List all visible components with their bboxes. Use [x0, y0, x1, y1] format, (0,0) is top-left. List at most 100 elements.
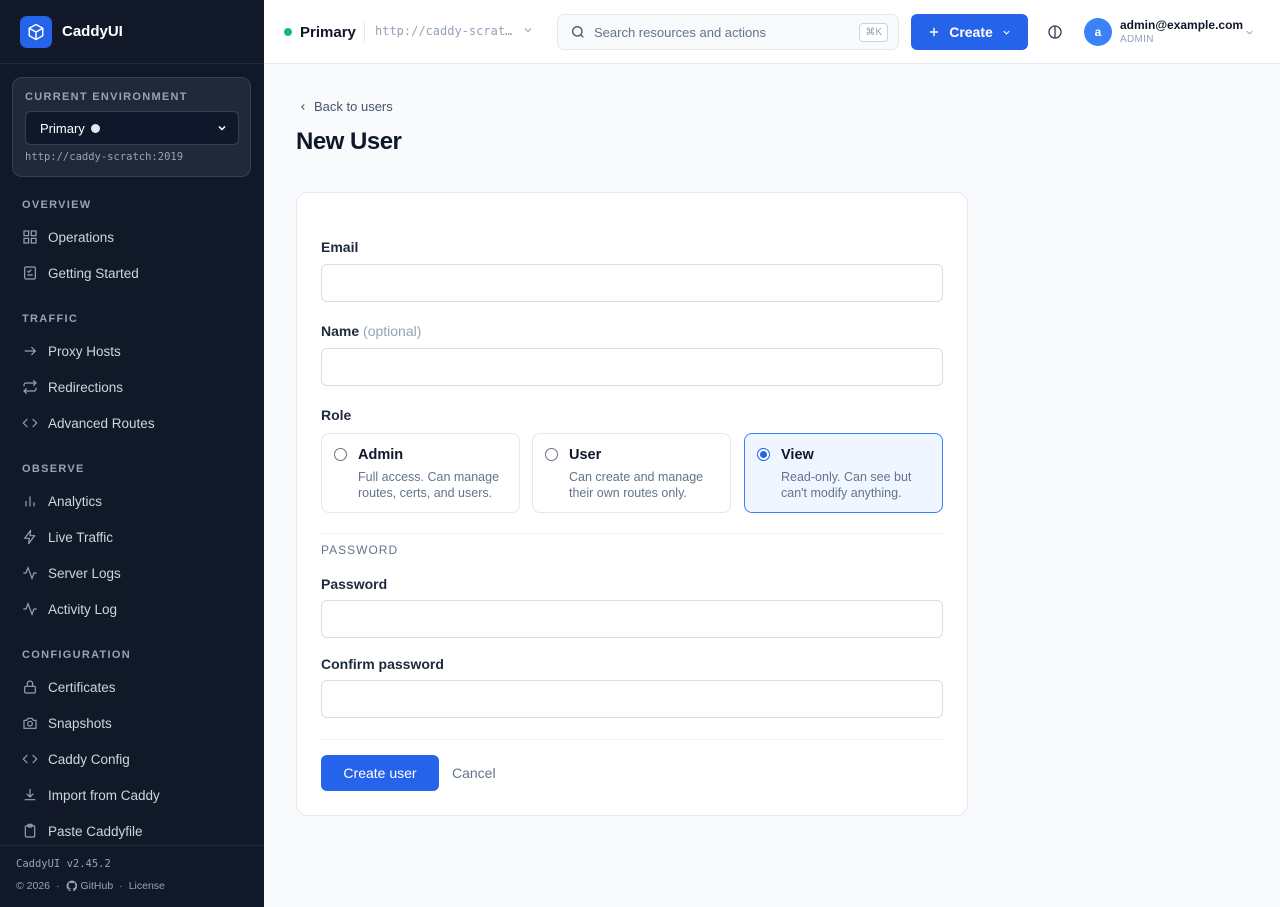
- cube-icon: [20, 15, 52, 48]
- sidebar-item-snapshots[interactable]: Snapshots: [22, 713, 112, 733]
- role-radio[interactable]: [757, 448, 770, 461]
- sidebar-item-certificates[interactable]: Certificates: [22, 677, 116, 697]
- brand[interactable]: CaddyUI: [0, 0, 264, 64]
- email-label: Email: [321, 239, 359, 255]
- brand-name: CaddyUI: [62, 23, 123, 40]
- footer-links: © 2026 · GitHub · License: [16, 880, 165, 892]
- github-link[interactable]: GitHub: [66, 880, 113, 892]
- theme-toggle-icon[interactable]: [1047, 24, 1063, 40]
- sidebar-item-caddy-config[interactable]: Caddy Config: [22, 749, 130, 769]
- environment-status-dot: [284, 28, 292, 36]
- environment-panel: CURRENT ENVIRONMENT Primary http://caddy…: [12, 77, 251, 177]
- back-label: Back to users: [314, 99, 393, 114]
- sidebar-item-label: Certificates: [48, 679, 116, 695]
- sidebar: CaddyUI CURRENT ENVIRONMENT Primary http…: [0, 0, 264, 907]
- name-label: Name (optional): [321, 323, 422, 339]
- chevron-down-icon: [218, 125, 226, 131]
- environment-name: Primary: [300, 23, 356, 41]
- create-button[interactable]: Create: [911, 14, 1028, 50]
- app-version: CaddyUI v2.45.2: [16, 858, 111, 870]
- role-label: Role: [321, 407, 352, 423]
- confirm-password-field[interactable]: [321, 680, 943, 718]
- nav-section-configuration: CONFIGURATION: [22, 649, 131, 661]
- copyright: © 2026: [16, 880, 51, 892]
- sidebar-item-proxy-hosts[interactable]: Proxy Hosts: [22, 341, 121, 361]
- password-field[interactable]: [321, 600, 943, 638]
- role-title: View: [781, 447, 814, 463]
- sidebar-item-import-caddy[interactable]: Import from Caddy: [22, 785, 160, 805]
- code-icon: [22, 418, 38, 428]
- sidebar-item-paste-caddyfile[interactable]: Paste Caddyfile: [22, 821, 143, 841]
- zap-icon: [24, 529, 36, 545]
- chevron-left-icon: [301, 103, 305, 110]
- camera-icon: [23, 717, 37, 729]
- role-option-view[interactable]: View Read-only. Can see but can't modify…: [744, 433, 943, 513]
- arrow-right-icon: [24, 346, 37, 356]
- sidebar-item-label: Proxy Hosts: [48, 343, 121, 359]
- user-email[interactable]: admin@example.com: [1120, 18, 1243, 32]
- sidebar-item-activity-log[interactable]: Activity Log: [22, 599, 117, 619]
- search-placeholder: Search resources and actions: [594, 24, 766, 40]
- avatar[interactable]: a: [1084, 18, 1112, 46]
- nav-section-overview: OVERVIEW: [22, 199, 92, 211]
- sidebar-item-label: Snapshots: [48, 715, 112, 731]
- plus-icon: [930, 27, 939, 37]
- role-radio[interactable]: [545, 448, 558, 461]
- environment-switcher[interactable]: Primary: [284, 20, 356, 44]
- chevron-down-icon[interactable]: [522, 24, 534, 36]
- activity-icon: [23, 565, 37, 581]
- chevron-down-icon[interactable]: [1244, 27, 1255, 38]
- search-icon: [572, 26, 584, 38]
- sidebar-item-analytics[interactable]: Analytics: [22, 491, 102, 511]
- nav-section-traffic: TRAFFIC: [22, 313, 79, 325]
- code-icon: [22, 754, 38, 764]
- search-shortcut: ⌘K: [859, 23, 888, 42]
- divider: [321, 533, 943, 534]
- cancel-button[interactable]: Cancel: [452, 765, 496, 781]
- sidebar-item-redirections[interactable]: Redirections: [22, 377, 123, 397]
- sidebar-item-label: Analytics: [48, 493, 103, 509]
- page-title: New User: [296, 128, 402, 155]
- sidebar-item-label: Activity Log: [48, 601, 118, 617]
- environment-url: http://caddy-scratch:2019: [25, 151, 184, 163]
- github-icon: [66, 880, 77, 892]
- role-description: Full access. Can manage routes, certs, a…: [358, 470, 500, 500]
- back-link[interactable]: Back to users: [298, 99, 393, 114]
- chevron-down-icon: [1003, 30, 1010, 35]
- role-description: Read-only. Can see but can't modify anyt…: [781, 470, 912, 500]
- license-link[interactable]: License: [129, 880, 165, 892]
- download-icon: [24, 789, 36, 801]
- nav-section-observe: OBSERVE: [22, 463, 85, 475]
- sidebar-item-label: Import from Caddy: [48, 787, 160, 803]
- sidebar-item-label: Operations: [48, 229, 115, 245]
- password-section-heading: PASSWORD: [321, 543, 399, 557]
- sidebar-item-label: Redirections: [48, 379, 124, 395]
- role-option-admin[interactable]: Admin Full access. Can manage routes, ce…: [321, 433, 520, 513]
- user-role: ADMIN: [1120, 34, 1154, 45]
- sidebar-item-server-logs[interactable]: Server Logs: [22, 563, 121, 583]
- confirm-password-label: Confirm password: [321, 656, 444, 672]
- sidebar-item-live-traffic[interactable]: Live Traffic: [22, 527, 113, 547]
- activity-icon: [23, 601, 37, 617]
- create-user-button[interactable]: Create user: [321, 755, 439, 791]
- search-input[interactable]: Search resources and actions ⌘K: [557, 14, 899, 50]
- role-option-user[interactable]: User Can create and manage their own rou…: [532, 433, 731, 513]
- name-field[interactable]: [321, 348, 943, 386]
- sidebar-item-getting-started[interactable]: Getting Started: [22, 263, 139, 283]
- sidebar-item-label: Getting Started: [48, 265, 139, 281]
- role-description: Can create and manage their own routes o…: [569, 470, 704, 500]
- sidebar-item-advanced-routes[interactable]: Advanced Routes: [22, 413, 155, 433]
- environment-url[interactable]: http://caddy-scrat…: [375, 24, 512, 38]
- environment-select[interactable]: Primary: [25, 111, 239, 145]
- email-field[interactable]: [321, 264, 943, 302]
- sidebar-item-label: Advanced Routes: [48, 415, 155, 431]
- name-optional: (optional): [363, 323, 422, 339]
- new-user-form: Email Name (optional) Role Admin Full ac…: [296, 192, 968, 816]
- clipboard-icon: [24, 823, 36, 838]
- repeat-icon: [23, 379, 37, 395]
- password-label: Password: [321, 576, 388, 592]
- bar-chart-icon: [25, 496, 35, 507]
- role-radio[interactable]: [334, 448, 347, 461]
- sidebar-item-operations[interactable]: Operations: [22, 227, 114, 247]
- sidebar-item-label: Paste Caddyfile: [48, 823, 143, 839]
